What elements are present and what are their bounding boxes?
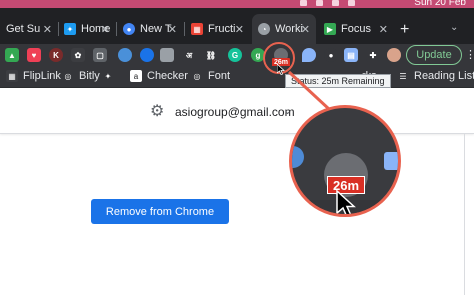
grammarly-icon[interactable]: G [228, 48, 242, 62]
close-icon[interactable]: ✕ [168, 23, 177, 36]
browser-window: Sun 20 Feb Get Su ✕ ✦ Home ✕ ● New T ✕ ▦… [0, 0, 474, 295]
frame-icon[interactable]: ▢ [93, 48, 107, 62]
tab-new-tab[interactable]: ● New T ✕ [117, 14, 183, 44]
update-button[interactable]: Update [406, 45, 462, 65]
menu-bar-clock: Sun 20 Feb [414, 0, 466, 8]
cursor-icon [336, 190, 356, 214]
k-extension-icon[interactable]: K [49, 48, 63, 62]
account-email[interactable]: asiogroup@gmail.com [175, 105, 295, 119]
fliplink-icon: ▦ [6, 70, 18, 82]
tab-search-chevron-icon[interactable]: ⌄ [450, 22, 458, 33]
tab-title: Get Su [6, 23, 41, 35]
account-bar: ⚙ asiogroup@gmail.com ⌄ [0, 88, 474, 134]
reading-list-icon: ☰ [399, 71, 407, 81]
bookmark-label: Bitly [79, 70, 100, 82]
note-icon[interactable]: ▤ [344, 48, 358, 62]
chat-bubble-icon [292, 146, 304, 168]
star-bookmark-icon: ✦ [104, 71, 112, 81]
extensions-toolbar: ▲ ♥ K ✿ ▢ अ ⛓ G g ● ▤ ✚ Update ⋮ [0, 44, 474, 66]
chat-bubble-icon[interactable] [118, 48, 132, 62]
menu-bar-icon[interactable] [316, 0, 323, 6]
tab-focus[interactable]: ▶ Focus ✕ [318, 14, 394, 44]
blue-dot-icon[interactable] [140, 48, 154, 62]
bookmark-font[interactable]: ◎ Font [191, 70, 231, 82]
bookmark-star[interactable]: ✦ [102, 70, 119, 82]
water-drop-icon: ● [123, 23, 135, 35]
page-content: ⚙ asiogroup@gmail.com ⌄ Remove from Chro… [0, 88, 474, 295]
bookmarks-bar: ▦ FlipLink ◎ Bitly ✦ a Checker ◎ Font rk… [0, 66, 474, 88]
globe-icon: ◎ [64, 71, 72, 81]
tab-title: Worki [275, 23, 303, 35]
play-icon: ▶ [324, 23, 336, 35]
drive-icon[interactable]: ▲ [5, 48, 19, 62]
menu-bar-icon[interactable] [348, 0, 355, 6]
extension-tooltip: Status: 25m Remaining [285, 74, 391, 88]
chevron-down-icon[interactable]: ⌄ [283, 104, 292, 117]
close-icon[interactable]: ✕ [43, 23, 52, 36]
blue-drop-icon [384, 152, 398, 170]
bomb-icon[interactable]: ● [324, 48, 338, 62]
tab-get-started[interactable]: Get Su ✕ [0, 14, 58, 44]
calendar-icon: ▦ [191, 23, 203, 35]
remove-from-chrome-button[interactable]: Remove from Chrome [91, 199, 229, 224]
bookmark-reading-list[interactable]: ☰ Reading List [397, 70, 474, 82]
twitter-icon: ✦ [64, 23, 76, 35]
menu-bar-icon[interactable] [332, 0, 339, 6]
font-icon: ◎ [193, 71, 201, 81]
hindi-script-icon[interactable]: अ [182, 48, 196, 62]
cursor-icon [277, 64, 285, 75]
square-icon[interactable] [160, 48, 174, 62]
bookmark-fliplink[interactable]: ▦ FlipLink [6, 70, 61, 82]
bookmark-label: Font [208, 70, 231, 82]
link-icon[interactable]: ⛓ [204, 48, 218, 62]
bookmark-label: Checker [147, 70, 188, 82]
zoom-magnifier: 26m [289, 105, 401, 217]
profile-avatar-icon[interactable] [387, 48, 401, 62]
bookmark-checker[interactable]: a Checker [130, 70, 188, 82]
bookmark-label: FlipLink [23, 70, 61, 82]
close-icon[interactable]: ✕ [101, 23, 110, 36]
bookmark-bitly[interactable]: ◎ Bitly [62, 70, 100, 82]
tab-home[interactable]: ✦ Home ✕ [58, 14, 116, 44]
close-icon[interactable]: ✕ [235, 23, 244, 36]
flower-icon[interactable]: ✿ [71, 48, 85, 62]
new-tab-plus-icon[interactable]: + [400, 21, 409, 39]
macos-menu-bar: Sun 20 Feb [0, 0, 474, 8]
gear-icon[interactable]: ⚙ [150, 104, 166, 120]
tab-working[interactable]: ◔ Worki ✕ [252, 14, 316, 44]
kebab-menu-icon[interactable]: ⋮ [465, 48, 474, 61]
timer-icon: ◔ [258, 23, 270, 35]
bookmark-label: Reading List [414, 70, 474, 82]
tab-fructi[interactable]: ▦ Fructi ✕ [185, 14, 250, 44]
divider [464, 134, 465, 295]
tab-strip: Get Su ✕ ✦ Home ✕ ● New T ✕ ▦ Fructi ✕ ◔… [0, 8, 474, 44]
close-icon[interactable]: ✕ [301, 23, 310, 36]
puzzle-icon[interactable]: ✚ [366, 48, 380, 62]
blue-drop-icon[interactable] [302, 48, 316, 62]
tab-title: Focus [341, 23, 371, 35]
amazon-icon: a [130, 70, 142, 82]
menu-bar-icon[interactable] [300, 0, 307, 6]
close-icon[interactable]: ✕ [379, 23, 388, 36]
pocket-icon[interactable]: ♥ [27, 48, 41, 62]
tab-title: Fructi [208, 23, 236, 35]
